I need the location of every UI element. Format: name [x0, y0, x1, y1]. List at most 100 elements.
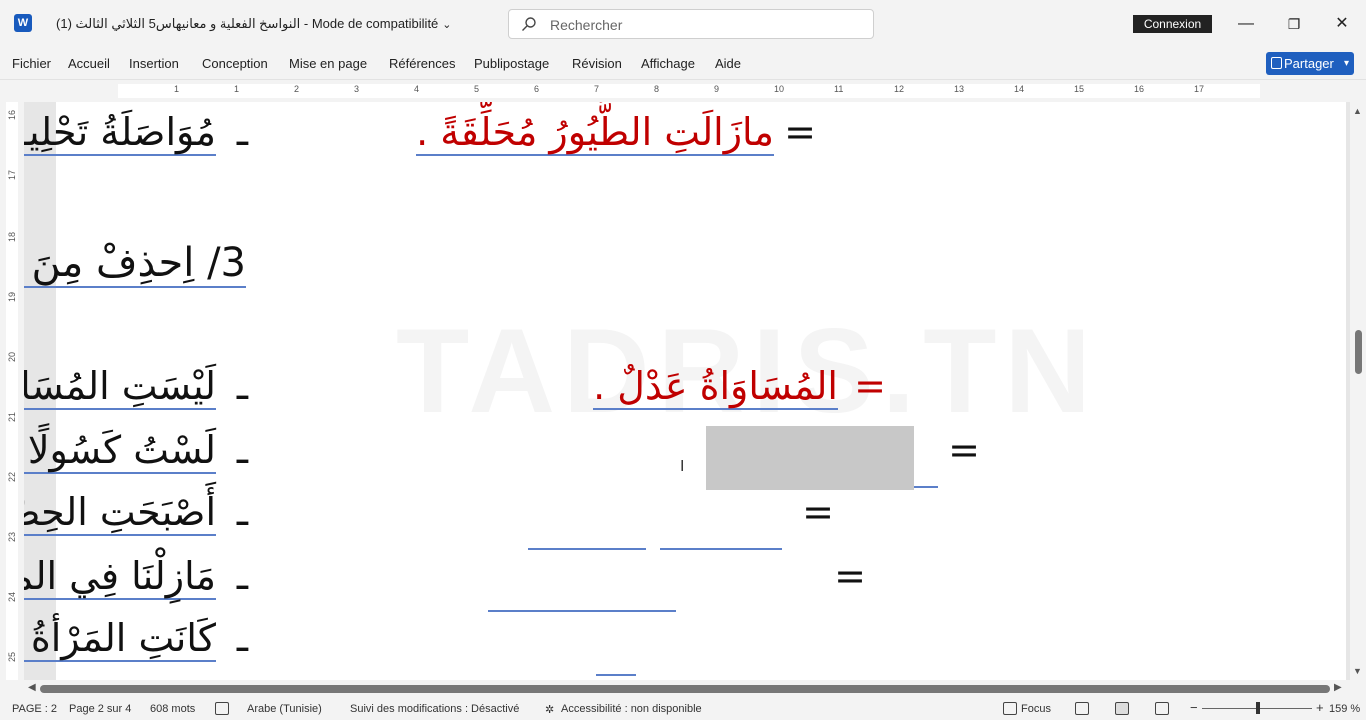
exercise-heading-text: 3/ اِحذِفْ مِنَ الجُمَلِ التَّالِيَةِ نَ… — [24, 240, 246, 288]
status-word-count[interactable]: 608 mots — [150, 703, 195, 715]
line2-answer: المُسَاوَاةُ عَدْلٌ . — [593, 364, 838, 410]
ruler-number: 1 — [174, 84, 180, 94]
ruler-number: 9 — [714, 84, 720, 94]
menu-publipostage[interactable]: Publipostage — [474, 56, 549, 71]
line1-text: مُوَاصَلَةُ تَحْلِيقِ الطُّيُورِ . — [24, 110, 216, 156]
ruler-number: 21 — [7, 411, 18, 423]
line5-eq: = — [834, 554, 866, 598]
ruler-number: 11 — [834, 84, 844, 94]
zoom-in-button[interactable]: + — [1316, 700, 1324, 715]
ruler-number: 8 — [654, 84, 660, 94]
line2-eq: = — [854, 364, 886, 408]
focus-icon — [1003, 702, 1017, 715]
menu-fichier[interactable]: Fichier — [12, 56, 51, 71]
ruler-number: 3 — [354, 84, 360, 94]
menu-mise-en-page[interactable]: Mise en page — [289, 56, 367, 71]
print-layout-icon[interactable] — [1115, 702, 1129, 715]
horizontal-scrollbar[interactable]: ◀ ▶ — [24, 680, 1350, 698]
ruler-number: 2 — [294, 84, 300, 94]
line4-eq: = — [802, 490, 834, 534]
scroll-right-icon[interactable]: ▶ — [1334, 682, 1342, 693]
status-track-changes[interactable]: Suivi des modifications : Désactivé — [350, 703, 519, 715]
proofing-icon[interactable] — [215, 702, 229, 715]
line1-dash: ـ — [236, 110, 248, 154]
line5-text: مَازِلْنَا فِي المزرعَةِ . — [24, 554, 216, 600]
ruler-number: 25 — [7, 651, 18, 663]
exercise-heading: 3/ اِحذِفْ مِنَ الجُمَلِ التَّالِيَةِ نَ… — [24, 240, 246, 288]
ruler-track — [118, 84, 1260, 98]
ruler-number: 18 — [7, 231, 18, 243]
line2-dash: ـ — [236, 364, 248, 408]
menu-conception[interactable]: Conception — [202, 56, 268, 71]
scroll-up-icon[interactable]: ▲ — [1353, 106, 1362, 116]
restore-button[interactable]: ❐ — [1282, 12, 1306, 36]
ruler-number: 19 — [7, 291, 18, 303]
ribbon-menu-bar: Fichier Accueil Insertion Conception Mis… — [0, 48, 1366, 80]
line2-text: لَيْسَتِ المُسَاوَاةُ عَدْلًا . — [24, 364, 216, 410]
share-button[interactable]: Partager ▾ — [1266, 52, 1354, 75]
answer-blank — [660, 548, 782, 550]
minimize-button[interactable]: — — [1234, 12, 1258, 36]
scroll-thumb[interactable] — [1355, 330, 1362, 374]
search-placeholder: Rechercher — [550, 17, 623, 33]
menu-accueil[interactable]: Accueil — [68, 56, 110, 71]
line3-sentence: لَسْتُ كَسُولًا . — [24, 428, 216, 474]
read-mode-icon[interactable] — [1075, 702, 1089, 715]
status-accessibility[interactable]: Accessibilité : non disponible — [561, 703, 702, 715]
accessibility-icon: ✲ — [545, 704, 555, 716]
menu-aide[interactable]: Aide — [715, 56, 741, 71]
horizontal-ruler[interactable]: 1 1 2 3 4 5 6 7 8 9 10 11 12 13 14 15 16… — [0, 80, 1366, 102]
scroll-thumb[interactable] — [40, 685, 1330, 693]
line4-dash: ـ — [236, 490, 248, 534]
scroll-down-icon[interactable]: ▼ — [1353, 666, 1362, 676]
search-icon — [522, 17, 536, 31]
scroll-left-icon[interactable]: ◀ — [28, 682, 36, 693]
menu-revision[interactable]: Révision — [572, 56, 622, 71]
vertical-scrollbar[interactable]: ▲ ▼ — [1350, 102, 1366, 680]
ruler-number: 20 — [7, 351, 18, 363]
chevron-down-icon: ⌄ — [442, 19, 452, 31]
line5-dash: ـ — [236, 554, 248, 598]
share-label: Partager — [1284, 56, 1334, 71]
document-title-text: النواسخ الفعلية و معانيهاس5 الثلاثي الثا… — [56, 16, 439, 31]
zoom-level[interactable]: 159 % — [1329, 703, 1360, 715]
line1-eq: = — [784, 110, 816, 154]
text-cursor-icon: I — [680, 458, 685, 475]
status-page[interactable]: PAGE : 2 — [12, 703, 57, 715]
line4-text: أَصْبَحَتِ الحِصَّةُ شَيِّقَةً . — [24, 490, 216, 536]
line3-eq: = — [948, 428, 980, 472]
focus-button[interactable]: Focus — [1021, 703, 1051, 715]
line3-text: لَسْتُ كَسُولًا . — [24, 428, 216, 474]
line4-sentence: أَصْبَحَتِ الحِصَّةُ شَيِّقَةً . — [24, 490, 216, 536]
zoom-out-button[interactable]: − — [1190, 700, 1198, 715]
title-bar: W النواسخ الفعلية و معانيهاس5 الثلاثي ال… — [0, 0, 1366, 48]
document-title[interactable]: النواسخ الفعلية و معانيهاس5 الثلاثي الثا… — [56, 16, 452, 32]
menu-references[interactable]: Références — [389, 56, 455, 71]
status-language[interactable]: Arabe (Tunisie) — [247, 703, 322, 715]
vertical-ruler[interactable]: 16 17 18 19 20 21 22 23 24 25 — [0, 102, 24, 680]
zoom-slider-handle[interactable] — [1256, 702, 1260, 714]
word-icon: W — [14, 14, 32, 32]
line1-answer-text: مازَالَتِ الطُّيُورُ مُحَلِّقَةً . — [416, 110, 774, 156]
line5-sentence: مَازِلْنَا فِي المزرعَةِ . — [24, 554, 216, 600]
ruler-number: 10 — [774, 84, 785, 94]
ruler-number: 6 — [534, 84, 540, 94]
status-page-count[interactable]: Page 2 sur 4 — [69, 703, 131, 715]
ruler-number: 13 — [954, 84, 965, 94]
menu-affichage[interactable]: Affichage — [641, 56, 695, 71]
ruler-number: 24 — [7, 591, 18, 603]
ruler-number: 17 — [7, 169, 18, 181]
menu-insertion[interactable]: Insertion — [129, 56, 179, 71]
document-page[interactable]: TADRIS.TN ـ مُوَاصَلَةُ تَحْلِيقِ الطُّي… — [24, 102, 1346, 680]
ruler-number: 14 — [1014, 84, 1025, 94]
web-layout-icon[interactable] — [1155, 702, 1169, 715]
close-button[interactable]: ✕ — [1330, 12, 1354, 36]
line6-text: كَانَتِ المَرْأةُ صَادِقَةً . — [24, 616, 216, 662]
line3-dash: ـ — [236, 428, 248, 472]
sign-in-button[interactable]: Connexion — [1133, 15, 1212, 33]
chevron-down-icon: ▾ — [1343, 58, 1349, 69]
line6-sentence: كَانَتِ المَرْأةُ صَادِقَةً . — [24, 616, 216, 662]
ruler-number: 15 — [1074, 84, 1085, 94]
search-box[interactable]: Rechercher — [508, 9, 874, 39]
document-canvas[interactable]: TADRIS.TN ـ مُوَاصَلَةُ تَحْلِيقِ الطُّي… — [24, 102, 1350, 680]
